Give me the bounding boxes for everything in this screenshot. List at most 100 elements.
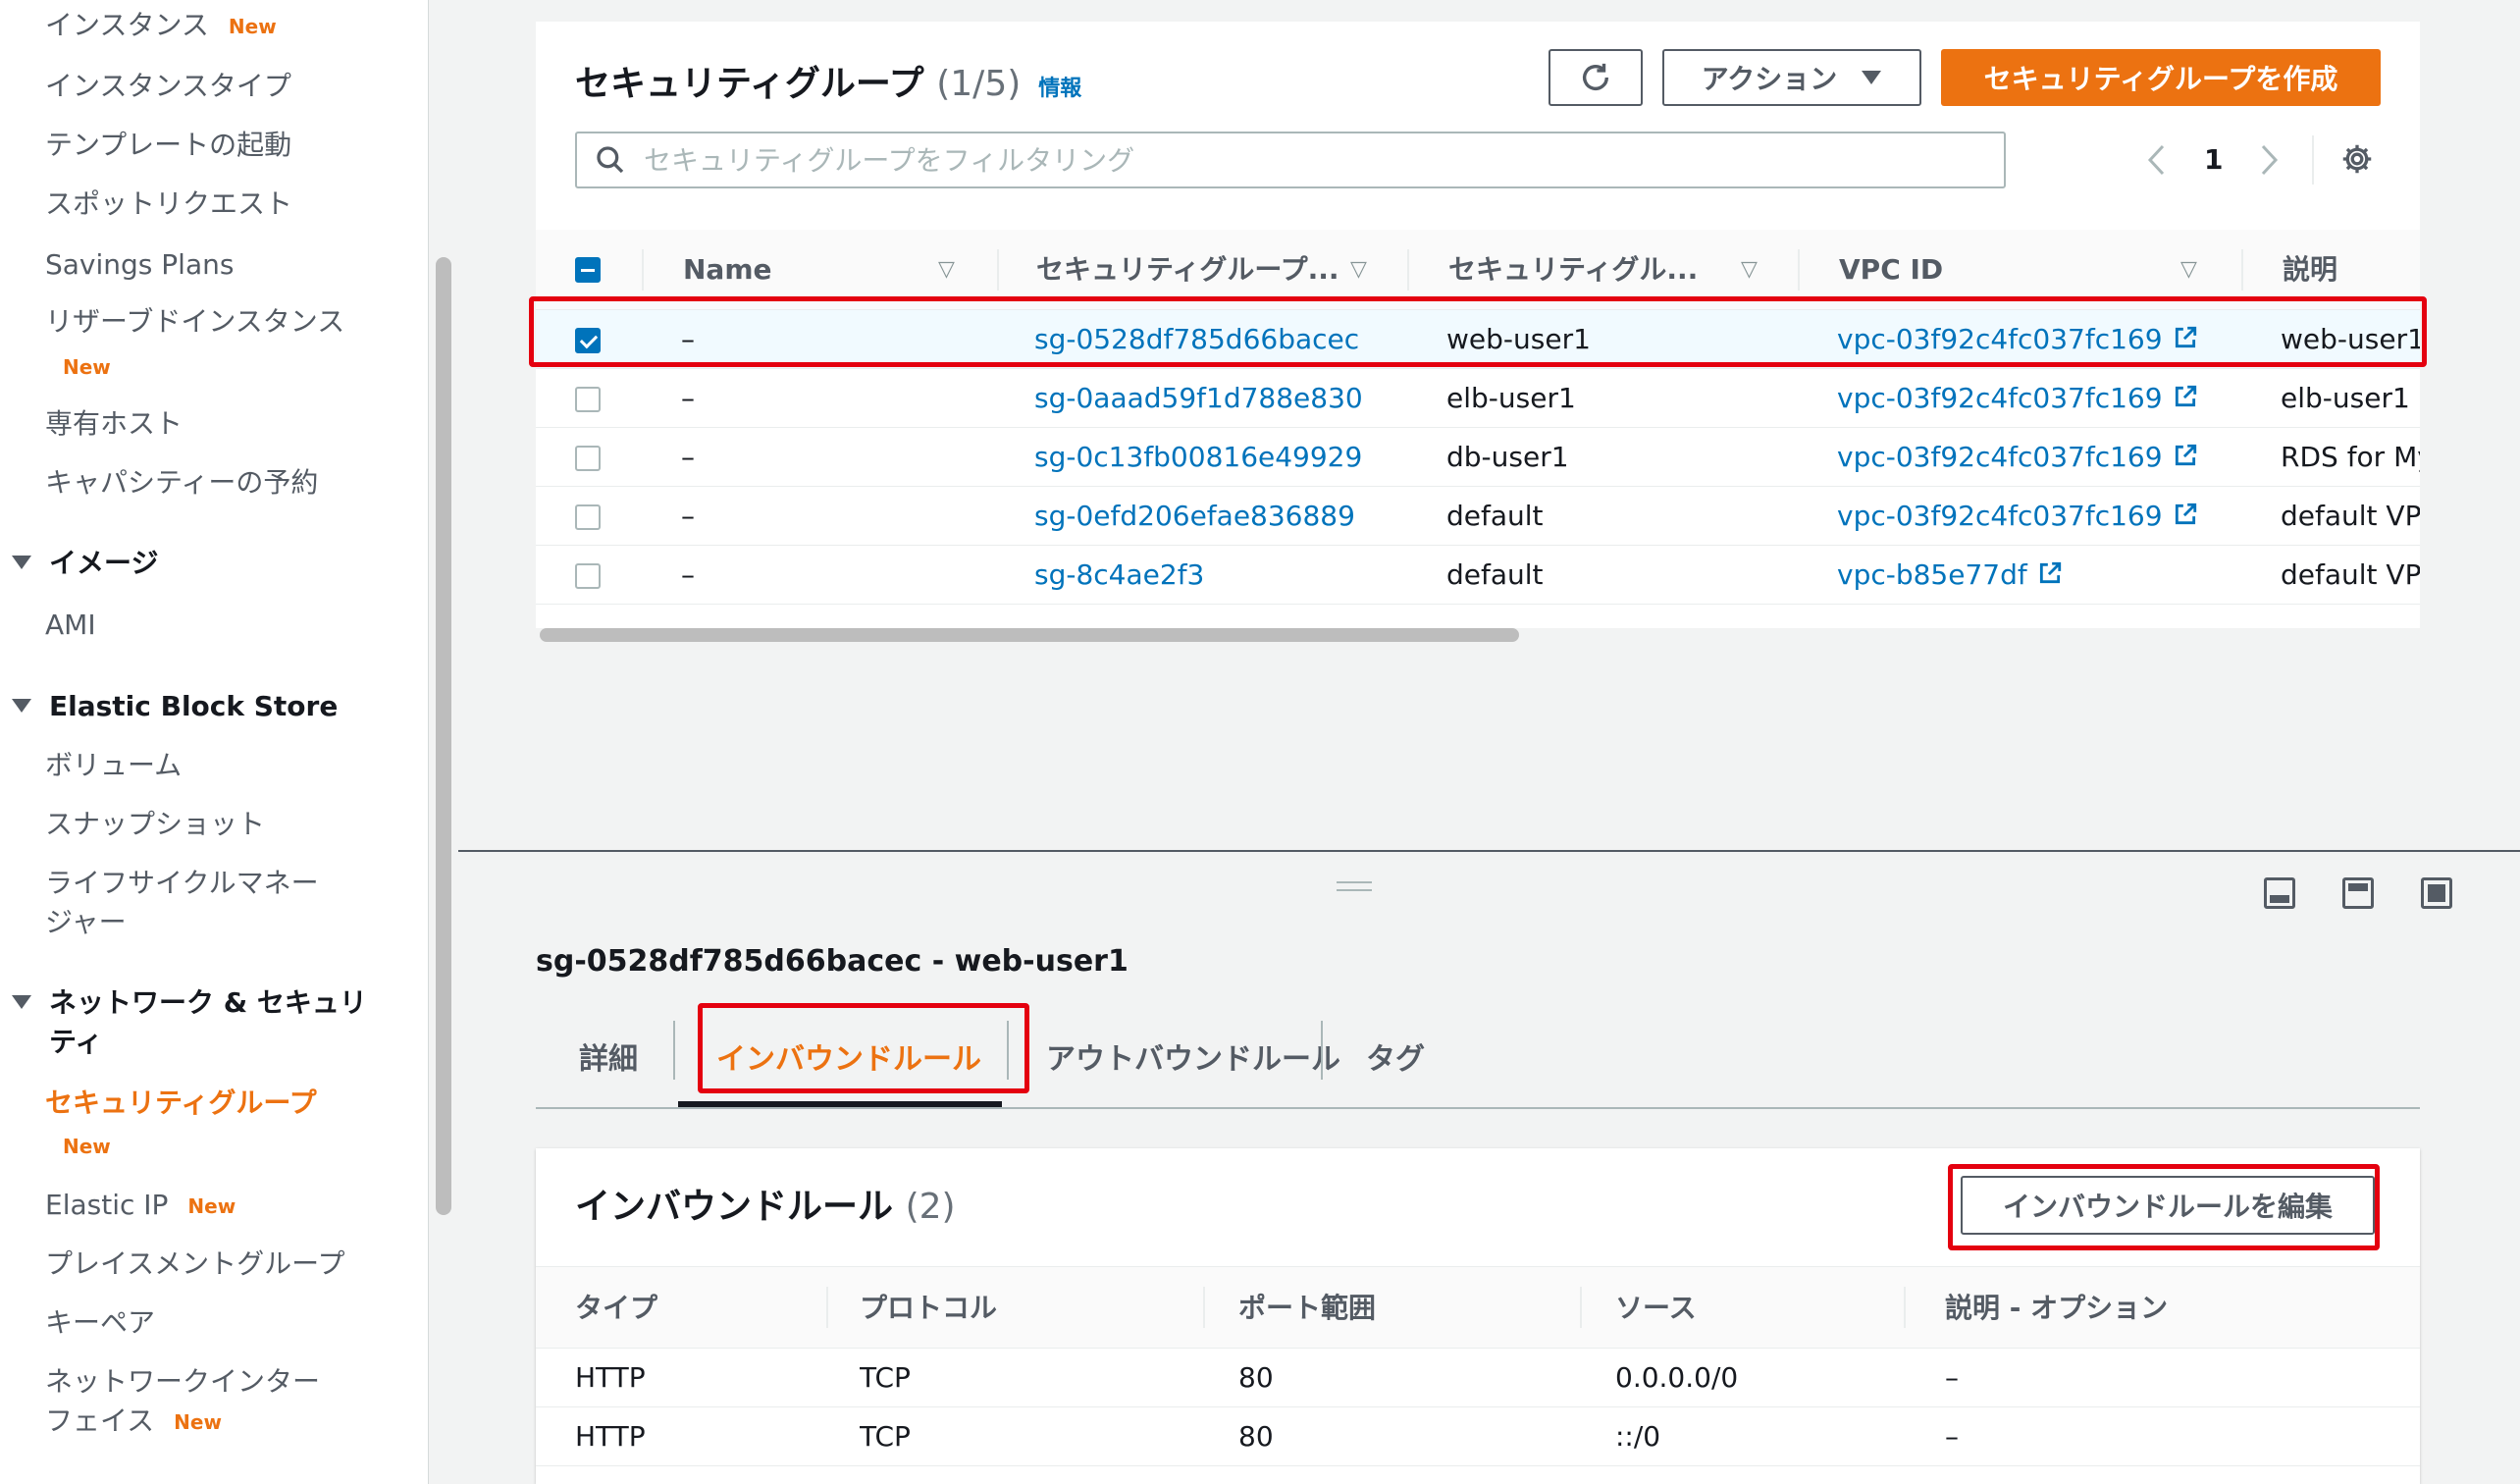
column-header-vpc-id[interactable]: VPC ID	[1839, 230, 1943, 310]
drag-handle-icon[interactable]	[1337, 881, 1372, 891]
row-checkbox[interactable]	[575, 563, 601, 589]
tab-inbound-rules[interactable]: インバウンドルール	[716, 1031, 981, 1089]
rule-row: HTTP TCP 80 ::/0 –	[536, 1407, 2420, 1466]
column-header-type: タイプ	[575, 1292, 658, 1324]
cell-vpc-link[interactable]: vpc-03f92c4fc037fc169	[1837, 310, 2198, 369]
nav-item-key-pairs[interactable]: キーペア	[45, 1305, 155, 1341]
sort-icon[interactable]: ▽	[938, 230, 955, 310]
column-header-description[interactable]: 説明	[2283, 230, 2337, 310]
sort-icon[interactable]: ▽	[2180, 230, 2197, 310]
refresh-button[interactable]	[1549, 49, 1643, 106]
tab-outbound-rules[interactable]: アウトバウンドルール	[1046, 1031, 1340, 1089]
panel-bottom-icon[interactable]	[2264, 877, 2295, 909]
horizontal-scrollbar[interactable]	[540, 628, 1519, 642]
cell-sg-id-link[interactable]: sg-0efd206efae836889	[1034, 487, 1355, 546]
nav-item-savings-plans[interactable]: Savings Plans	[45, 247, 234, 283]
tab-details[interactable]: 詳細	[579, 1031, 638, 1089]
column-header-port-range: ポート範囲	[1238, 1292, 1377, 1324]
sidebar-scrollbar[interactable]	[436, 257, 451, 1215]
cell-sg-name: db-user1	[1446, 441, 1569, 473]
nav-item-dedicated-hosts[interactable]: 専有ホスト	[45, 406, 183, 442]
nav-section-ebs[interactable]: Elastic Block Store	[8, 687, 338, 726]
select-all-checkbox[interactable]	[575, 257, 601, 283]
external-link-icon	[2175, 385, 2196, 407]
cell-description: default VPC	[2281, 558, 2420, 591]
table-row[interactable]: – sg-0aaad59f1d788e830 elb-user1 vpc-03f…	[536, 369, 2420, 428]
nav-item-placement-groups[interactable]: プレイスメントグループ	[45, 1246, 344, 1282]
cell-description: elb-user1	[2281, 382, 2410, 414]
nav-item-launch-templates[interactable]: テンプレートの起動	[45, 128, 291, 163]
inbound-rules-panel: インバウンドルール (2) インバウンドルールを編集 タイプ プロトコル ポート…	[536, 1148, 2420, 1484]
nav-item-ami[interactable]: AMI	[45, 608, 96, 643]
nav-item-capacity-reservations[interactable]: キャパシティーの予約	[45, 465, 318, 501]
active-tab-indicator	[678, 1101, 1002, 1107]
cell-sg-id-link[interactable]: sg-8c4ae2f3	[1034, 546, 1204, 605]
page-number[interactable]: 1	[2204, 143, 2223, 177]
cell-sg-id-link[interactable]: sg-0aaad59f1d788e830	[1034, 369, 1363, 428]
cell-port-range: 80	[1238, 1420, 1274, 1453]
pagination-divider	[2312, 135, 2314, 185]
tab-separator	[673, 1021, 675, 1080]
column-header-name[interactable]: Name	[683, 230, 772, 310]
column-separator	[826, 1287, 828, 1328]
column-separator	[1904, 1287, 1906, 1328]
cell-description: RDS for My	[2281, 441, 2420, 473]
cell-name: –	[681, 382, 695, 414]
tab-tags[interactable]: タグ	[1366, 1031, 1425, 1089]
nav-item-spot-requests[interactable]: スポットリクエスト	[45, 186, 292, 222]
cell-vpc-link[interactable]: vpc-03f92c4fc037fc169	[1837, 487, 2198, 546]
row-checkbox[interactable]	[575, 446, 601, 471]
info-link[interactable]: 情報	[1038, 77, 1081, 101]
row-checkbox[interactable]	[575, 504, 601, 530]
cell-vpc-link[interactable]: vpc-03f92c4fc037fc169	[1837, 369, 2198, 428]
nav-section-network-security[interactable]: ネットワーク & セキュリ ティ	[8, 983, 367, 1062]
cell-sg-id-link[interactable]: sg-0528df785d66bacec	[1034, 310, 1359, 369]
nav-item-instance-types[interactable]: インスタンスタイプ	[45, 69, 291, 104]
actions-dropdown[interactable]: アクション	[1662, 49, 1921, 106]
table-row[interactable]: – sg-0efd206efae836889 default vpc-03f92…	[536, 487, 2420, 546]
nav-item-instances[interactable]: インスタンス New	[45, 8, 277, 44]
cell-name: –	[681, 500, 695, 532]
rules-count: (2)	[905, 1187, 956, 1227]
nav-item-network-interfaces[interactable]: ネットワークインター フェイス New	[45, 1364, 320, 1440]
edit-inbound-rules-button[interactable]: インバウンドルールを編集	[1961, 1176, 2375, 1235]
row-checkbox[interactable]	[575, 328, 601, 353]
rules-table-header: タイプ プロトコル ポート範囲 ソース 説明 - オプション	[536, 1266, 2420, 1349]
cell-sg-id-link[interactable]: sg-0c13fb00816e49929	[1034, 428, 1362, 487]
nav-item-elastic-ip[interactable]: Elastic IP New	[45, 1188, 236, 1224]
external-link-icon	[2175, 503, 2196, 525]
panel-split-icon[interactable]	[2342, 877, 2374, 909]
table-row[interactable]: – sg-8c4ae2f3 default vpc-b85e77df defau…	[536, 546, 2420, 605]
column-header-sg-id[interactable]: セキュリティグループ...	[1036, 230, 1339, 310]
column-separator	[997, 249, 999, 291]
nav-item-lifecycle-manager[interactable]: ライフサイクルマネー ジャー	[45, 866, 319, 940]
panel-full-icon[interactable]	[2421, 877, 2452, 909]
sort-icon[interactable]: ▽	[1741, 230, 1758, 310]
nav-item-volumes[interactable]: ボリューム	[45, 748, 182, 783]
nav-item-snapshots[interactable]: スナップショット	[45, 807, 265, 842]
filter-search-box[interactable]	[575, 132, 2006, 188]
cell-name: –	[681, 441, 695, 473]
chevron-left-icon[interactable]	[2145, 143, 2167, 177]
column-separator	[642, 249, 644, 291]
nav-section-images[interactable]: イメージ	[8, 544, 158, 583]
column-header-sg-name[interactable]: セキュリティグル...	[1448, 230, 1698, 310]
column-separator	[1203, 1287, 1205, 1328]
create-security-group-button[interactable]: セキュリティグループを作成	[1941, 49, 2381, 106]
cell-protocol: TCP	[860, 1420, 911, 1453]
row-checkbox[interactable]	[575, 387, 601, 412]
column-separator	[1580, 1287, 1582, 1328]
new-badge: New	[63, 355, 111, 379]
table-header: Name ▽ セキュリティグループ... ▽ セキュリティグル... ▽ VPC…	[536, 230, 2420, 310]
search-input[interactable]	[644, 143, 1998, 177]
nav-item-security-groups[interactable]: セキュリティグループ	[45, 1086, 317, 1121]
chevron-right-icon[interactable]	[2259, 143, 2281, 177]
table-row[interactable]: – sg-0528df785d66bacec web-user1 vpc-03f…	[536, 310, 2420, 369]
cell-vpc-link[interactable]: vpc-03f92c4fc037fc169	[1837, 428, 2198, 487]
nav-item-reserved-instances[interactable]: リザーブドインスタンス	[45, 304, 344, 340]
settings-gear-icon[interactable]	[2339, 141, 2375, 177]
cell-vpc-link[interactable]: vpc-b85e77df	[1837, 546, 2063, 605]
security-groups-table-panel: セキュリティグループ (1/5)情報 アクション セキュリティグループを作成 1…	[536, 22, 2420, 642]
table-row[interactable]: – sg-0c13fb00816e49929 db-user1 vpc-03f9…	[536, 428, 2420, 487]
sort-icon[interactable]: ▽	[1350, 230, 1367, 310]
